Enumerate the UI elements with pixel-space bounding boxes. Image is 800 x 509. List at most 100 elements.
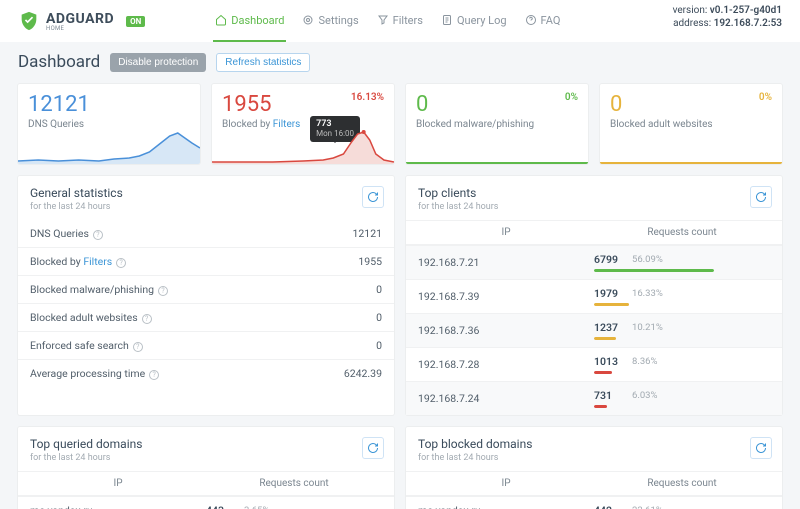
tqd-domain: mc.yandex.ru xyxy=(30,504,206,509)
gen-row: Blocked by Filters?1955 xyxy=(18,247,394,275)
client-count: 6799 xyxy=(594,253,626,266)
help-icon xyxy=(525,14,537,26)
client-row: 192.168.7.36123710.21% xyxy=(406,313,782,347)
document-icon xyxy=(441,14,453,26)
nav-query-log[interactable]: Query Log xyxy=(441,14,507,29)
dns-sparkline xyxy=(18,130,200,164)
gen-row: Blocked malware/phishing?0 xyxy=(18,275,394,303)
app-header: ADGUARD HOME ON Dashboard Settings Filte… xyxy=(0,0,800,42)
nav-filters[interactable]: Filters xyxy=(377,14,423,29)
shield-check-icon xyxy=(18,10,40,32)
adult-baseline xyxy=(600,162,782,164)
card-malware[interactable]: 0% 0 Blocked malware/phishing xyxy=(406,84,588,164)
client-row: 192.168.7.391979 16.33% xyxy=(406,279,782,313)
gen-value: 1955 xyxy=(358,255,382,268)
client-bar xyxy=(594,371,612,374)
info-icon[interactable]: ? xyxy=(158,286,168,296)
client-bar xyxy=(594,337,616,340)
info-icon[interactable]: ? xyxy=(149,370,159,380)
gen-title: General statistics xyxy=(30,186,382,200)
client-pct: 56.09% xyxy=(632,254,663,265)
panel-top-queried: Top queried domains for the last 24 hour… xyxy=(18,427,394,509)
clients-sub: for the last 24 hours xyxy=(418,202,770,212)
gen-row: DNS Queries?12121 xyxy=(18,220,394,247)
client-row: 192.168.7.216799 56.09% xyxy=(406,245,782,279)
tqd-sub: for the last 24 hours xyxy=(30,453,382,463)
tbd-sub: for the last 24 hours xyxy=(418,453,770,463)
status-badge: ON xyxy=(126,16,145,27)
refresh-icon xyxy=(755,191,767,203)
blocked-pct: 16.13% xyxy=(351,92,384,103)
adult-value: 0 xyxy=(610,92,772,117)
clients-columns: IP Requests count xyxy=(406,220,782,245)
gen-refresh-button[interactable] xyxy=(362,186,384,208)
tqd-columns: IP Requests count xyxy=(18,471,394,496)
tbd-domain: mc.yandex.ru xyxy=(418,504,594,509)
client-pct: 6.03% xyxy=(632,390,657,401)
info-icon[interactable]: ? xyxy=(116,258,126,268)
client-ip: 192.168.7.36 xyxy=(418,324,594,337)
client-pct: 16.33% xyxy=(632,288,663,299)
clients-title: Top clients xyxy=(418,186,770,200)
client-bar xyxy=(594,405,607,408)
tqd-refresh-button[interactable] xyxy=(362,437,384,459)
brand-logo: ADGUARD HOME ON xyxy=(18,10,145,32)
home-icon xyxy=(215,14,227,26)
card-blocked[interactable]: 16.13% 1955 Blocked by Filters 773 Mon 1… xyxy=(212,84,394,164)
filter-icon xyxy=(377,14,389,26)
gen-sub: for the last 24 hours xyxy=(30,202,382,212)
client-bar xyxy=(594,269,714,272)
adult-label: Blocked adult websites xyxy=(610,119,772,130)
clients-refresh-button[interactable] xyxy=(750,186,772,208)
panel-top-blocked: Top blocked domains for the last 24 hour… xyxy=(406,427,782,509)
gen-row: Enforced safe search?0 xyxy=(18,331,394,359)
adult-pct: 0% xyxy=(759,92,772,103)
version-info: version: v0.1-257-g40d1 address: 192.168… xyxy=(673,4,782,30)
table-row: mc.yandex.ru 44222.61% xyxy=(406,496,782,509)
gen-row: Blocked adult websites?0 xyxy=(18,303,394,331)
main-nav: Dashboard Settings Filters Query Log FAQ xyxy=(215,14,560,29)
nav-dashboard[interactable]: Dashboard xyxy=(215,14,284,29)
tbd-columns: IP Requests count xyxy=(406,471,782,496)
card-adult[interactable]: 0% 0 Blocked adult websites xyxy=(600,84,782,164)
panel-top-clients: Top clients for the last 24 hours IP Req… xyxy=(406,176,782,415)
dns-label: DNS Queries xyxy=(28,119,190,130)
malware-value: 0 xyxy=(416,92,578,117)
client-count: 1013 xyxy=(594,355,626,368)
client-count: 1979 xyxy=(594,287,626,300)
gen-row: Average processing time?6242.39 xyxy=(18,359,394,387)
malware-pct: 0% xyxy=(565,92,578,103)
refresh-statistics-button[interactable]: Refresh statistics xyxy=(216,53,310,72)
table-row: mc.yandex.ru 4433.65% xyxy=(18,496,394,509)
client-count: 731 xyxy=(594,389,626,402)
malware-label: Blocked malware/phishing xyxy=(416,119,578,130)
page-title: Dashboard xyxy=(18,52,100,72)
client-row: 192.168.7.247316.03% xyxy=(406,381,782,415)
client-ip: 192.168.7.21 xyxy=(418,256,594,269)
card-dns-queries[interactable]: 12121 DNS Queries xyxy=(18,84,200,164)
gen-value: 0 xyxy=(376,311,382,324)
client-count: 1237 xyxy=(594,321,626,334)
tbd-refresh-button[interactable] xyxy=(750,437,772,459)
disable-protection-button[interactable]: Disable protection xyxy=(110,53,206,72)
nav-faq[interactable]: FAQ xyxy=(525,14,561,29)
tbd-title: Top blocked domains xyxy=(418,437,770,451)
gen-value: 6242.39 xyxy=(344,367,382,380)
info-icon[interactable]: ? xyxy=(142,314,152,324)
gear-icon xyxy=(302,14,314,26)
nav-settings[interactable]: Settings xyxy=(302,14,358,29)
malware-baseline xyxy=(406,162,588,164)
client-ip: 192.168.7.28 xyxy=(418,358,594,371)
panel-general-stats: General statistics for the last 24 hours… xyxy=(18,176,394,415)
tqd-title: Top queried domains xyxy=(30,437,382,451)
client-ip: 192.168.7.39 xyxy=(418,290,594,303)
info-icon[interactable]: ? xyxy=(93,230,103,240)
client-pct: 8.36% xyxy=(632,356,657,367)
refresh-icon xyxy=(367,442,379,454)
page-heading-row: Dashboard Disable protection Refresh sta… xyxy=(18,52,782,72)
gen-value: 12121 xyxy=(352,227,382,240)
info-icon[interactable]: ? xyxy=(133,342,143,352)
client-bar xyxy=(594,303,629,306)
dns-value: 12121 xyxy=(28,92,190,117)
gen-value: 0 xyxy=(376,339,382,352)
